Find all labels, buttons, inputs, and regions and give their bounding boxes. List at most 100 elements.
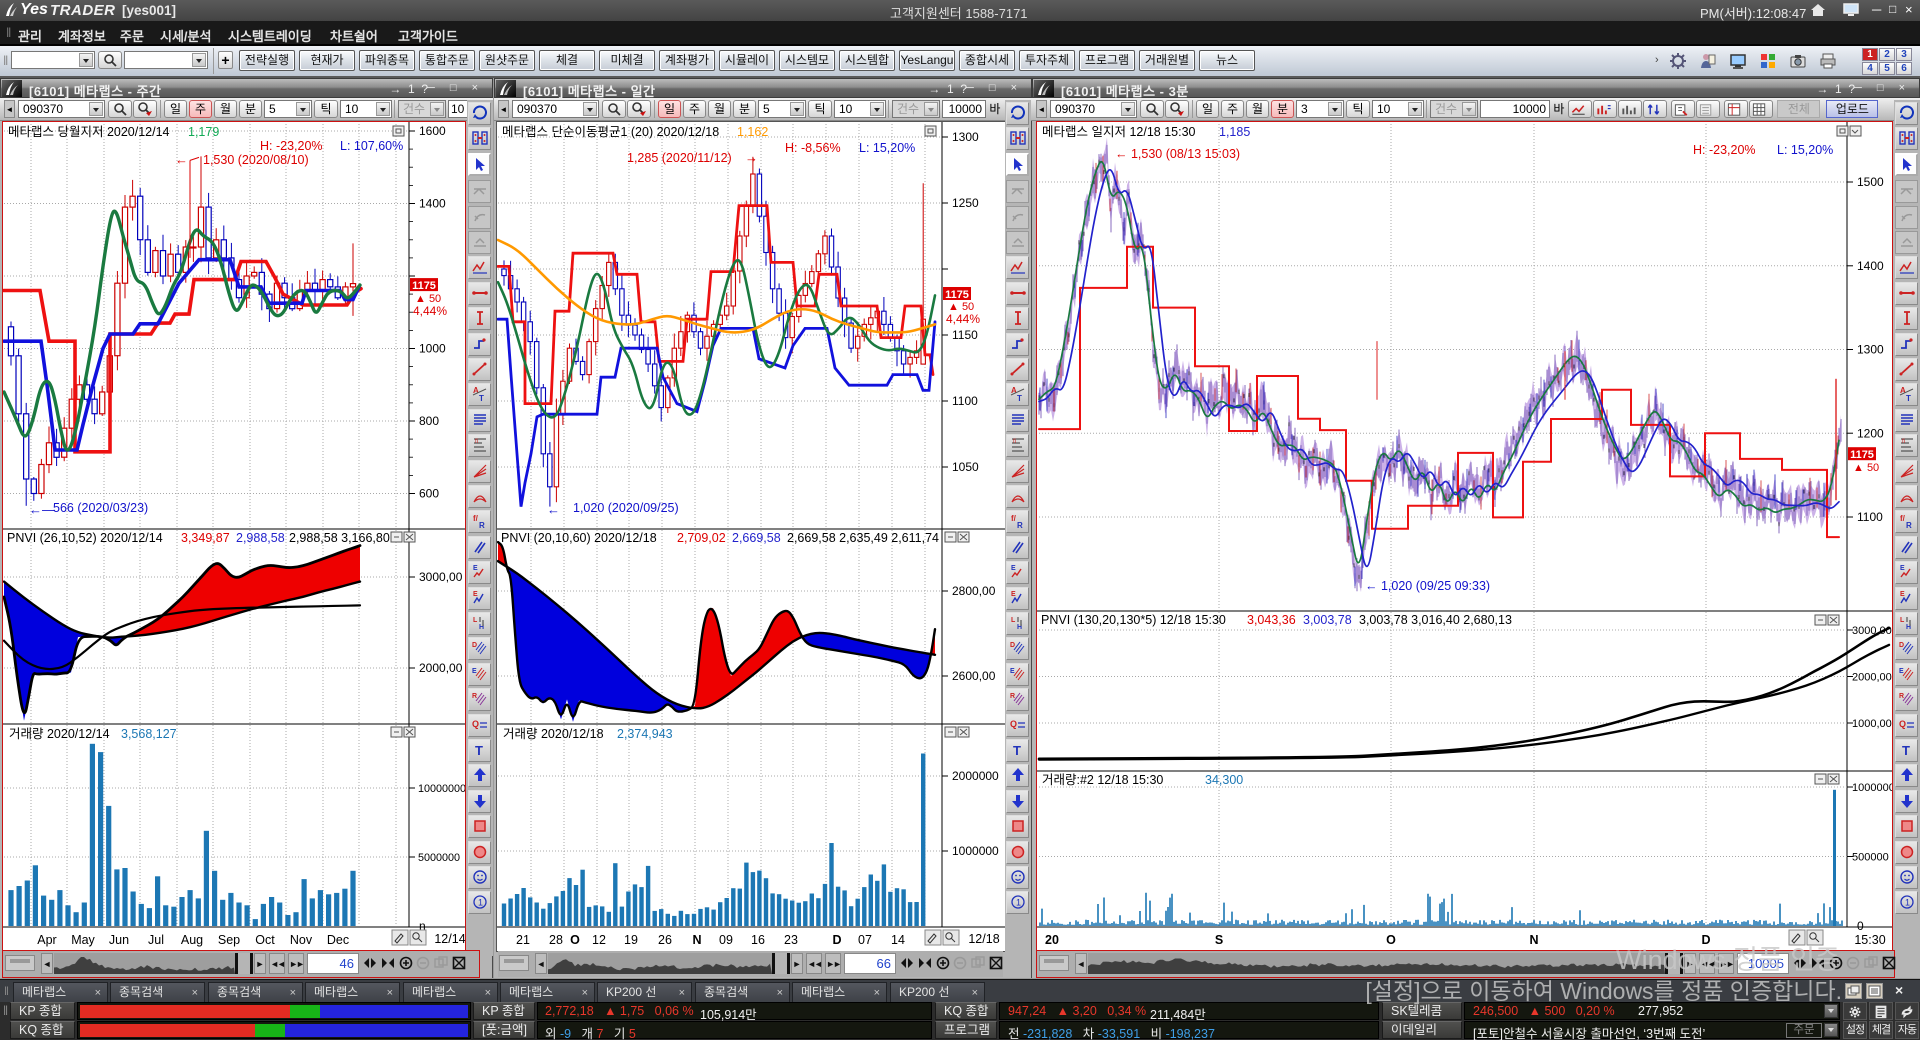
svg-text:L: 15,20%: L: 15,20% xyxy=(1777,143,1833,157)
svg-text:1000,00: 1000,00 xyxy=(1852,718,1892,730)
svg-text:2,709,02: 2,709,02 xyxy=(677,531,726,545)
svg-text:O: O xyxy=(570,933,580,947)
svg-text:E: E xyxy=(1011,591,1016,598)
svg-text:L: L xyxy=(1900,617,1905,624)
svg-text:T: T xyxy=(1013,743,1021,758)
svg-text:1175: 1175 xyxy=(945,289,969,301)
svg-text:2000,00: 2000,00 xyxy=(419,661,463,675)
svg-text:1,285 (2020/11/12): 1,285 (2020/11/12) xyxy=(627,151,732,165)
svg-text:1200: 1200 xyxy=(1857,426,1884,440)
svg-text:12/18: 12/18 xyxy=(968,932,999,946)
svg-text:Q: Q xyxy=(1899,719,1906,729)
svg-text:메타랩스 당월지저 2020/12/14: 메타랩스 당월지저 2020/12/14 xyxy=(8,125,170,139)
svg-text:Jun: Jun xyxy=(109,933,129,947)
svg-text:메타랩스 일지저 12/18 15:30: 메타랩스 일지저 12/18 15:30 xyxy=(1042,125,1196,139)
svg-text:R: R xyxy=(1899,693,1904,700)
svg-text:1,185: 1,185 xyxy=(1219,125,1250,139)
svg-text:▲ 50: ▲ 50 xyxy=(1853,462,1879,474)
svg-text:E: E xyxy=(1900,591,1905,598)
svg-text:20: 20 xyxy=(1045,933,1059,947)
svg-text:fi: fi xyxy=(475,439,478,445)
svg-text:1,179: 1,179 xyxy=(188,125,219,139)
svg-text:D: D xyxy=(1899,642,1904,649)
svg-text:600: 600 xyxy=(419,487,439,501)
svg-text:Apr: Apr xyxy=(37,933,56,947)
svg-text:23: 23 xyxy=(784,933,798,947)
svg-text:14: 14 xyxy=(891,933,905,947)
svg-text:3,349,87: 3,349,87 xyxy=(181,531,230,545)
svg-text:←: ← xyxy=(547,502,560,517)
svg-text:2800,00: 2800,00 xyxy=(952,584,996,598)
svg-text:H: -23,20%: H: -23,20% xyxy=(260,139,323,153)
svg-text:L: 107,60%: L: 107,60% xyxy=(340,139,403,153)
svg-text:4,44%: 4,44% xyxy=(946,312,980,326)
svg-text:2000,00: 2000,00 xyxy=(1852,672,1892,684)
svg-text:거래량:#2 12/18 15:30: 거래량:#2 12/18 15:30 xyxy=(1042,773,1163,787)
svg-text:R: R xyxy=(479,521,485,530)
svg-text:E: E xyxy=(1899,668,1904,675)
svg-text:H: -8,56%: H: -8,56% xyxy=(785,141,841,155)
svg-text:19: 19 xyxy=(624,933,638,947)
svg-text:Jul: Jul xyxy=(148,933,164,947)
svg-text:←: ← xyxy=(175,152,188,167)
svg-text:Oct: Oct xyxy=(255,933,275,947)
svg-text:1050: 1050 xyxy=(952,460,979,474)
svg-text:Sep: Sep xyxy=(218,933,240,947)
svg-text:T: T xyxy=(1017,394,1022,403)
svg-text:34,300: 34,300 xyxy=(1205,773,1243,787)
svg-text:2000000: 2000000 xyxy=(952,769,999,783)
svg-text:15:30: 15:30 xyxy=(1854,933,1885,947)
svg-text:D: D xyxy=(1010,642,1015,649)
svg-text:f/: f/ xyxy=(1011,514,1017,523)
svg-text:3,568,127: 3,568,127 xyxy=(121,727,177,741)
svg-text:← 1,530 (08/13 15:03): ← 1,530 (08/13 15:03) xyxy=(1115,147,1240,161)
svg-text:2,988,58 3,166,80 2: 2,988,58 3,166,80 2 xyxy=(289,531,400,545)
svg-text:07: 07 xyxy=(858,933,872,947)
svg-text:T: T xyxy=(1906,394,1911,403)
svg-text:f/: f/ xyxy=(473,514,479,523)
svg-text:800: 800 xyxy=(419,414,439,428)
svg-text:2,669,58: 2,669,58 xyxy=(732,531,781,545)
svg-text:Q: Q xyxy=(472,719,479,729)
svg-text:09: 09 xyxy=(719,933,733,947)
svg-text:4,44%: 4,44% xyxy=(413,304,447,318)
svg-text:1,530 (2020/08/10): 1,530 (2020/08/10) xyxy=(203,153,309,167)
svg-text:T: T xyxy=(475,743,483,758)
svg-text:fi: fi xyxy=(1013,439,1016,445)
svg-text:500000: 500000 xyxy=(1852,852,1889,864)
svg-text:1: 1 xyxy=(1016,898,1021,908)
svg-text:1150: 1150 xyxy=(952,328,978,342)
svg-text:3,043,36: 3,043,36 xyxy=(1247,613,1296,627)
svg-text:PNVI (20,10,60) 2020/12/18: PNVI (20,10,60) 2020/12/18 xyxy=(501,531,657,545)
svg-text:0: 0 xyxy=(1857,919,1864,933)
svg-text:L: 15,20%: L: 15,20% xyxy=(859,141,915,155)
svg-text:28: 28 xyxy=(549,933,563,947)
svg-text:1,162: 1,162 xyxy=(737,125,768,139)
svg-text:PNVI (26,10,52) 2020/12/14: PNVI (26,10,52) 2020/12/14 xyxy=(7,531,163,545)
svg-text:21: 21 xyxy=(516,933,530,947)
svg-text:E: E xyxy=(473,565,478,572)
svg-text:1175: 1175 xyxy=(1850,449,1874,461)
svg-text:566 (2020/03/23): 566 (2020/03/23) xyxy=(53,501,148,515)
svg-text:f/: f/ xyxy=(1900,514,1906,523)
svg-text:거래량 2020/12/18: 거래량 2020/12/18 xyxy=(503,727,604,741)
svg-text:R: R xyxy=(1010,693,1015,700)
svg-text:메타랩스 단순이동평균1 (20) 2020/12/18: 메타랩스 단순이동평균1 (20) 2020/12/18 xyxy=(502,125,719,139)
svg-text:H: -23,20%: H: -23,20% xyxy=(1693,143,1756,157)
svg-text:2,669,58 2,635,49 2,611,74: 2,669,58 2,635,49 2,611,74 xyxy=(787,531,939,545)
svg-text:1300: 1300 xyxy=(952,130,979,144)
svg-text:10000000: 10000000 xyxy=(418,783,465,795)
svg-text:거래량 2020/12/14: 거래량 2020/12/14 xyxy=(9,727,110,741)
svg-text:2600,00: 2600,00 xyxy=(952,669,996,683)
svg-text:1300: 1300 xyxy=(1857,343,1884,357)
svg-text:fi: fi xyxy=(1902,439,1905,445)
svg-text:E: E xyxy=(1011,565,1016,572)
svg-text:1,020 (2020/09/25): 1,020 (2020/09/25) xyxy=(573,501,679,515)
svg-text:E: E xyxy=(1010,668,1015,675)
svg-text:1400: 1400 xyxy=(419,197,446,211)
svg-text:3,003,78 3,016,40 2,680,13: 3,003,78 3,016,40 2,680,13 xyxy=(1359,613,1512,627)
svg-text:16: 16 xyxy=(751,933,765,947)
svg-text:1600: 1600 xyxy=(419,124,446,138)
svg-text:R: R xyxy=(1017,521,1023,530)
svg-text:Aug: Aug xyxy=(181,933,203,947)
